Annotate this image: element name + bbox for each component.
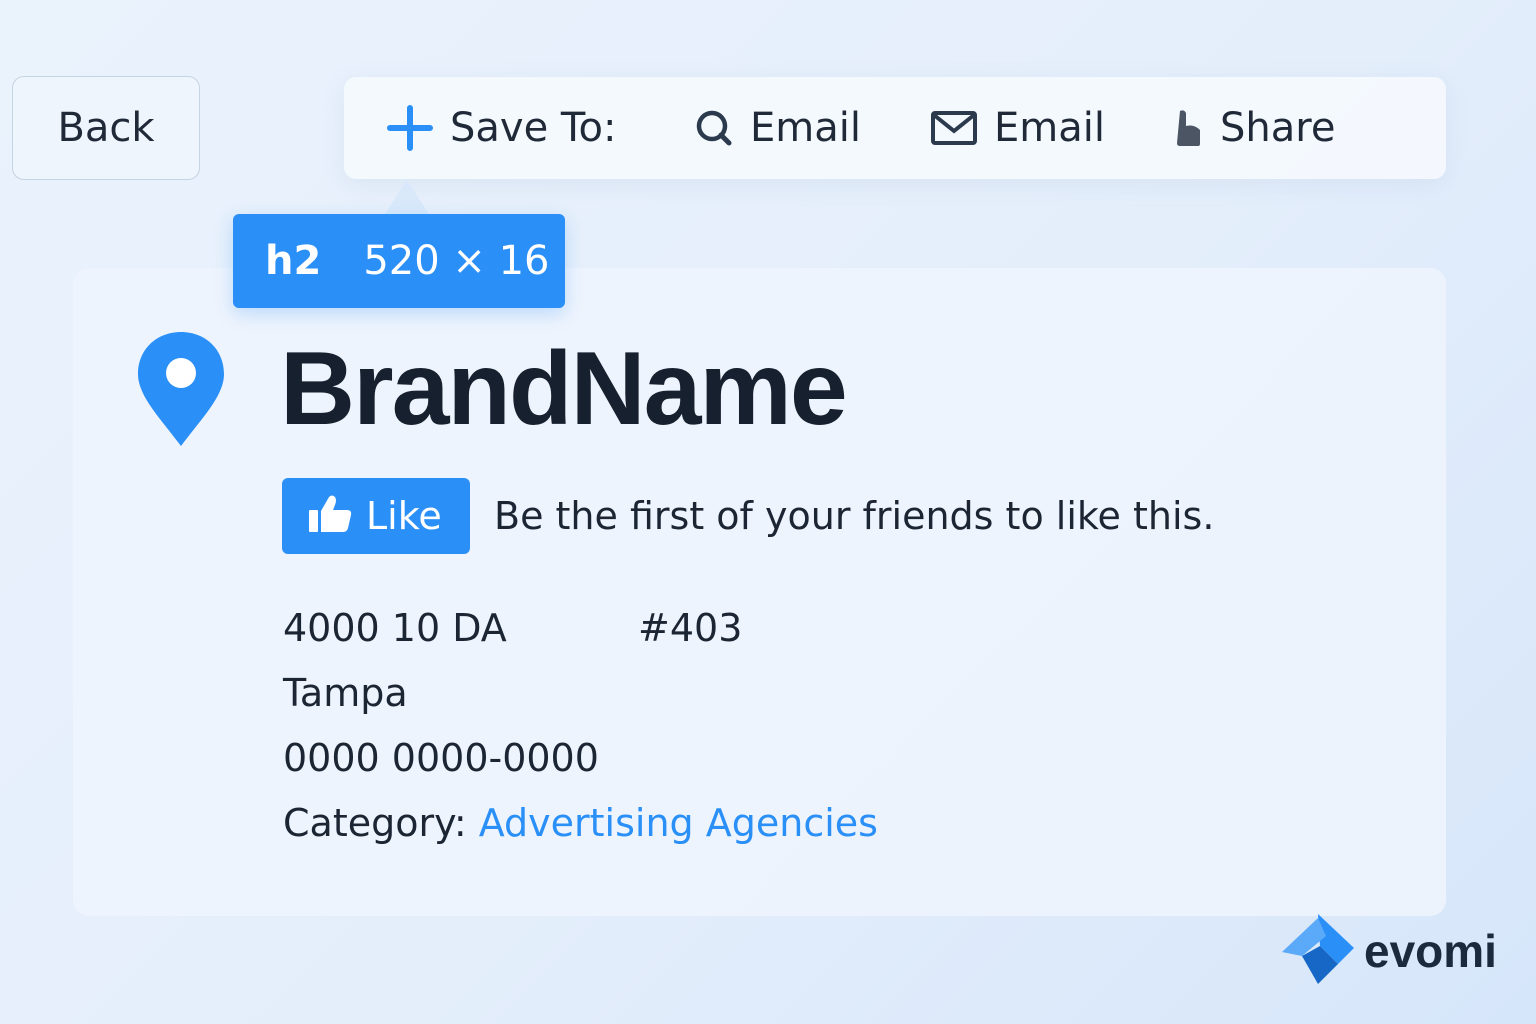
- address-line: 4000 10 DA: [283, 606, 507, 650]
- evomi-logo-icon: [1280, 912, 1358, 990]
- tooltip-tag: h2: [265, 238, 322, 284]
- thumbs-up-icon: [308, 494, 352, 538]
- share-icon: [1174, 108, 1204, 148]
- email-label: Email: [750, 105, 861, 151]
- search-icon: [694, 108, 734, 148]
- phone-number: 0000 0000-0000: [283, 736, 599, 780]
- email-label: Email: [994, 105, 1105, 151]
- like-prompt: Be the first of your friends to like thi…: [494, 494, 1215, 538]
- plus-icon: [386, 104, 434, 152]
- element-inspector-tooltip: h2 520 × 16: [233, 214, 565, 308]
- evomi-logo: evomi: [1280, 912, 1497, 990]
- tooltip-pointer: [385, 180, 429, 214]
- evomi-wordmark: evomi: [1364, 925, 1497, 977]
- category-label: Category:: [283, 801, 467, 845]
- category-row: Category: Advertising Agencies: [283, 801, 878, 845]
- like-button[interactable]: Like: [282, 478, 470, 554]
- share-button[interactable]: Share: [1174, 77, 1335, 179]
- save-to-label: Save To:: [450, 105, 617, 151]
- share-label: Share: [1220, 105, 1336, 151]
- address-suite: #403: [638, 606, 743, 650]
- email-search-button[interactable]: Email: [694, 77, 861, 179]
- tooltip-dimensions: 520 × 16: [363, 238, 550, 284]
- address-city: Tampa: [283, 671, 408, 715]
- save-to-button[interactable]: Save To:: [386, 77, 616, 179]
- page-title: BrandName: [280, 331, 848, 447]
- like-label: Like: [366, 494, 442, 538]
- email-button[interactable]: Email: [930, 77, 1105, 179]
- envelope-icon: [930, 110, 978, 146]
- back-button[interactable]: Back: [12, 76, 200, 180]
- category-link[interactable]: Advertising Agencies: [479, 801, 878, 845]
- share-toolbar: Save To: Email Email Share: [344, 77, 1446, 179]
- location-pin-icon: [136, 330, 226, 452]
